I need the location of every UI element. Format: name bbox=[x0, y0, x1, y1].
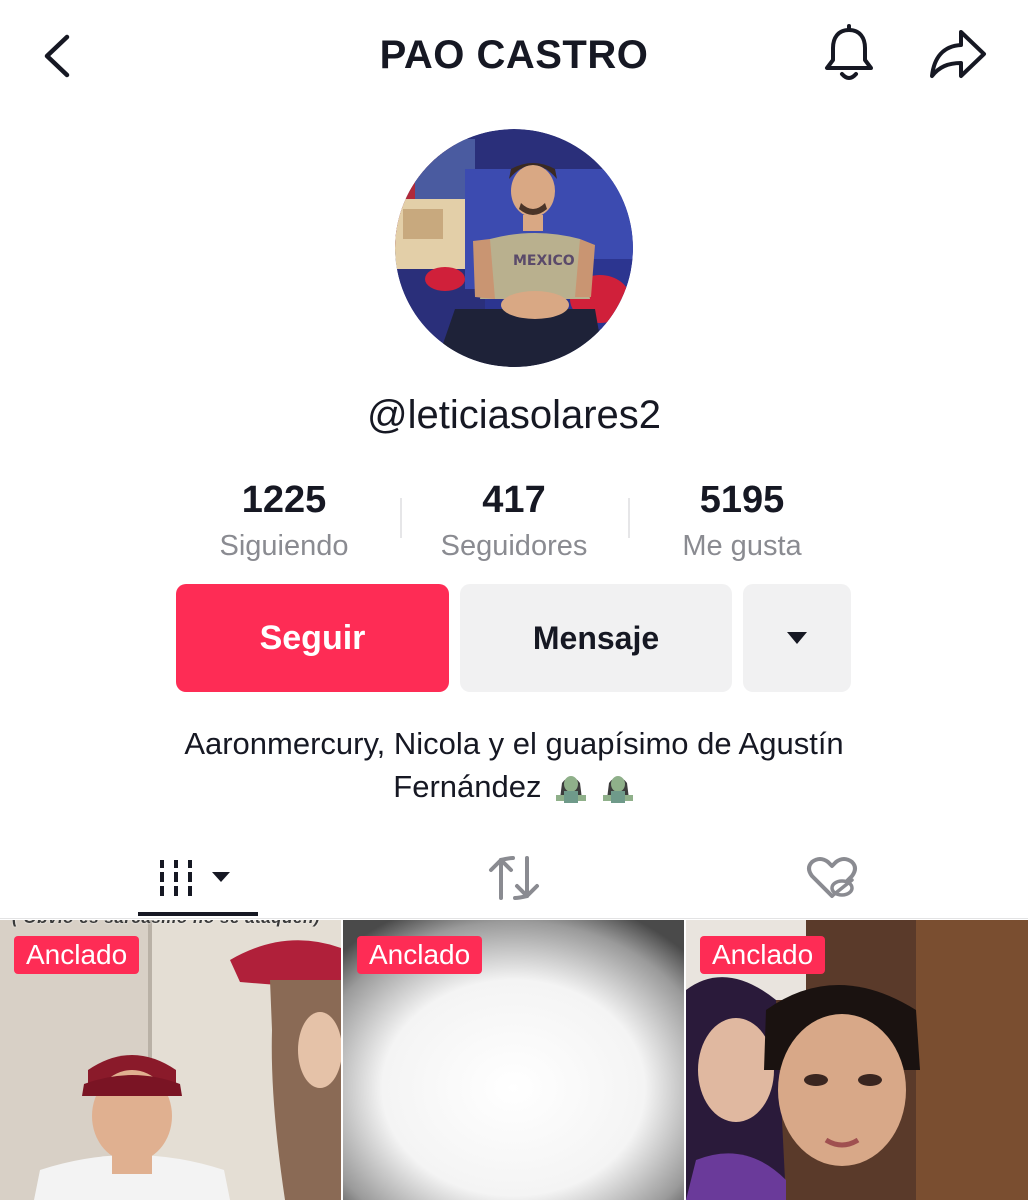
followers-count: 417 bbox=[482, 479, 546, 521]
likes-stat[interactable]: 5195 Me gusta bbox=[628, 476, 856, 566]
follow-button[interactable]: Seguir bbox=[176, 584, 449, 692]
tab-reposts[interactable] bbox=[454, 840, 574, 916]
username: @leticiasolares2 bbox=[366, 393, 662, 437]
pinned-badge: Anclado bbox=[357, 936, 483, 974]
hidden-heart-icon bbox=[807, 857, 857, 898]
suggested-accounts-button[interactable] bbox=[743, 584, 851, 692]
zombie-woman-emoji bbox=[556, 776, 587, 803]
notifications-button[interactable] bbox=[818, 22, 880, 86]
bio-line-2-wrap: Fernández bbox=[90, 765, 938, 808]
avatar[interactable]: MEXICO bbox=[395, 129, 633, 367]
pinned-badge: Anclado bbox=[700, 936, 826, 974]
grid-bars-icon bbox=[160, 860, 230, 896]
svg-text:MEXICO: MEXICO bbox=[513, 253, 575, 269]
message-button[interactable]: Mensaje bbox=[460, 584, 732, 692]
video-tile[interactable]: Anclado bbox=[686, 920, 1028, 1200]
share-arrow-icon bbox=[930, 30, 986, 78]
followers-stat[interactable]: 417 Seguidores bbox=[400, 476, 628, 566]
following-stat[interactable]: 1225 Siguiendo bbox=[170, 476, 398, 566]
active-tab-indicator bbox=[138, 912, 258, 916]
tab-separator bbox=[0, 918, 1028, 919]
tab-videos[interactable] bbox=[138, 840, 258, 916]
caret-down-icon bbox=[787, 632, 807, 644]
likes-count: 5195 bbox=[699, 479, 785, 521]
following-count: 1225 bbox=[241, 479, 327, 521]
video-tile[interactable]: Anclado bbox=[343, 920, 684, 1200]
likes-label: Me gusta bbox=[682, 530, 802, 562]
repost-icon bbox=[489, 856, 539, 900]
profile-photo: MEXICO bbox=[395, 129, 633, 367]
video-tile[interactable]: ( Obvio es sarcasmo no se ataquen) Ancla… bbox=[0, 920, 341, 1200]
zombie-woman-emoji bbox=[602, 776, 633, 803]
bio-line-1: Aaronmercury, Nicola y el guapísimo de A… bbox=[184, 726, 844, 761]
following-label: Siguiendo bbox=[219, 530, 349, 562]
bio-line-2: Fernández bbox=[393, 769, 542, 804]
followers-label: Seguidores bbox=[440, 530, 588, 562]
bell-icon bbox=[825, 24, 873, 80]
top-nav-bar: PAO CASTRO bbox=[0, 0, 1028, 110]
video-caption: ( Obvio es sarcasmo no se ataquen) bbox=[12, 920, 332, 930]
share-button[interactable] bbox=[926, 24, 990, 84]
pinned-badge: Anclado bbox=[14, 936, 140, 974]
profile-bio: Aaronmercury, Nicola y el guapísimo de A… bbox=[90, 722, 938, 808]
tab-liked[interactable] bbox=[772, 840, 892, 916]
